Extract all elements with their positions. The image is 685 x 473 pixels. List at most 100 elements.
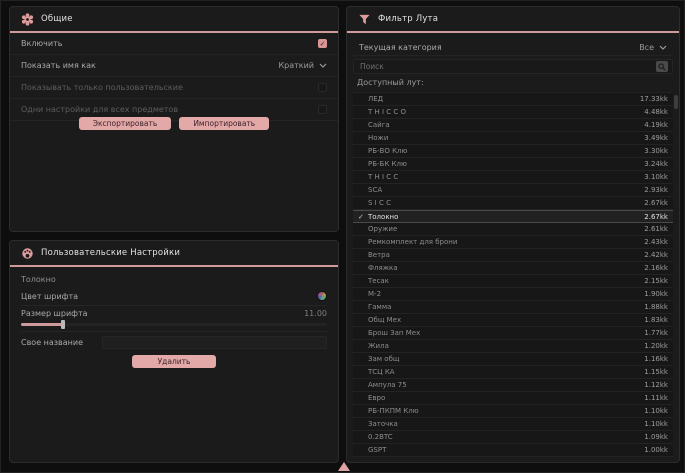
name-mode-value: Краткий	[278, 61, 314, 70]
custom-settings-panel: Пользовательские Настройки Толокно Цвет …	[9, 240, 339, 463]
custom-panel-title: Пользовательские Настройки	[41, 248, 180, 258]
loot-item-value: 1.10kk	[644, 407, 668, 415]
palette-icon	[21, 247, 34, 260]
loot-item-value: 2.67kk	[644, 213, 668, 221]
setting-row-name-mode: Показать имя как Краткий	[10, 55, 338, 77]
divider	[21, 305, 327, 306]
general-panel: Общие Включить ✓ Показать имя как Кратки…	[9, 6, 339, 232]
slider-fill	[21, 323, 64, 326]
list-item[interactable]: Ножи3.49kk	[353, 132, 673, 145]
loot-filter-panel: Фильтр Лута Текущая категория Все Доступ…	[346, 6, 680, 463]
loot-item-value: 3.30kk	[644, 147, 668, 155]
loot-item-value: 1.09kk	[644, 433, 668, 441]
loot-item-value: 1.12kk	[644, 381, 668, 389]
selected-item-row: Толокно	[21, 275, 327, 284]
list-item[interactable]: S I C C2.67kk	[353, 197, 673, 210]
gear-icon	[21, 13, 34, 26]
import-button[interactable]: Импортировать	[179, 117, 269, 130]
list-item[interactable]: М-21.90kk	[353, 288, 673, 301]
loot-item-value: 17.33kk	[640, 95, 668, 103]
list-item[interactable]: Тесак2.15kk	[353, 275, 673, 288]
export-button[interactable]: Экспортировать	[79, 117, 172, 130]
loot-item-name: Брош Зап Мех	[368, 329, 644, 337]
list-item[interactable]: Зам общ1.16kk	[353, 353, 673, 366]
loot-item-value: 1.88kk	[644, 303, 668, 311]
list-item[interactable]: Гамма1.88kk	[353, 301, 673, 314]
export-import-row: Экспортировать Импортировать	[10, 117, 338, 130]
same-for-all-label: Одни настройки для всех предметов	[21, 105, 178, 114]
loot-item-value: 1.90kk	[644, 290, 668, 298]
scrollbar-thumb[interactable]	[674, 95, 678, 109]
loot-item-name: Жила	[368, 342, 644, 350]
loot-item-name: ТСЦ КА	[368, 368, 644, 376]
filter-panel-header: Фильтр Лута	[347, 7, 679, 31]
loot-item-value: 1.16kk	[644, 355, 668, 363]
list-item[interactable]: Брош Зап Мех1.77kk	[353, 327, 673, 340]
list-item[interactable]: ЛЕД17.33kk	[353, 93, 673, 106]
collapse-handle-icon[interactable]	[338, 462, 350, 471]
list-item[interactable]: РБ-ВО Клю3.30kk	[353, 145, 673, 158]
loot-item-value: 3.10kk	[644, 173, 668, 181]
search-input[interactable]	[358, 61, 652, 72]
enable-label: Включить	[21, 39, 62, 48]
loot-item-value: 3.24kk	[644, 160, 668, 168]
loot-item-name: 0.2BTC	[368, 433, 644, 441]
setting-row-only-custom: Показывать только пользовательские	[10, 77, 338, 99]
loot-item-value: 1.15kk	[644, 368, 668, 376]
list-item[interactable]: ТСЦ КА1.15kk	[353, 366, 673, 379]
loot-item-name: Заточка	[368, 420, 644, 428]
enable-checkbox[interactable]: ✓	[318, 39, 327, 48]
slider-handle[interactable]	[61, 320, 65, 329]
list-item[interactable]: Фляжка2.16kk	[353, 262, 673, 275]
loot-item-name: Тесак	[368, 277, 644, 285]
list-item[interactable]: Ремкомплект для брони2.43kk	[353, 236, 673, 249]
list-item[interactable]: Сайга4.19kk	[353, 119, 673, 132]
search-icon[interactable]	[656, 61, 668, 72]
only-custom-checkbox[interactable]	[318, 83, 327, 92]
loot-item-name: SCA	[368, 186, 644, 194]
loot-item-value: 3.49kk	[644, 134, 668, 142]
loot-item-name: РБ-ПКПМ Клю	[368, 407, 644, 415]
font-size-slider[interactable]	[21, 323, 327, 326]
search-row	[353, 59, 673, 74]
same-for-all-checkbox[interactable]	[318, 105, 327, 114]
list-item[interactable]: 0.2BTC1.09kk	[353, 431, 673, 444]
list-item[interactable]: T H I C C3.10kk	[353, 171, 673, 184]
loot-item-name: T H I C C	[368, 173, 644, 181]
list-item[interactable]: Заточка1.10kk	[353, 418, 673, 431]
list-item[interactable]: Общ Мех1.83kk	[353, 314, 673, 327]
loot-item-name: М-2	[368, 290, 644, 298]
delete-row: Удалить	[10, 355, 338, 368]
header-underline	[347, 31, 679, 33]
list-item[interactable]: Евро1.11kk	[353, 392, 673, 405]
loot-item-value: 1.11kk	[644, 394, 668, 402]
loot-item-value: 2.15kk	[644, 277, 668, 285]
loot-item-value: 4.19kk	[644, 121, 668, 129]
list-item[interactable]: Жила1.20kk	[353, 340, 673, 353]
list-item[interactable]: РБ-ПКПМ Клю1.10kk	[353, 405, 673, 418]
list-item[interactable]: T H I C C О4.48kk	[353, 106, 673, 119]
list-item[interactable]: ✓Толокно2.67kk	[353, 210, 673, 223]
custom-name-input[interactable]	[102, 336, 327, 349]
loot-item-value: 1.83kk	[644, 316, 668, 324]
list-item[interactable]: Ампула 751.12kk	[353, 379, 673, 392]
name-mode-label: Показать имя как	[21, 61, 96, 70]
delete-button[interactable]: Удалить	[132, 355, 217, 368]
color-wheel-icon[interactable]	[317, 291, 327, 301]
list-item[interactable]: Ветра2.42kk	[353, 249, 673, 262]
font-size-label: Размер шрифта	[21, 309, 88, 318]
only-custom-label: Показывать только пользовательские	[21, 83, 183, 92]
loot-item-value: 2.43kk	[644, 238, 668, 246]
custom-panel-header: Пользовательские Настройки	[10, 241, 338, 265]
list-item[interactable]: GSPT1.00kk	[353, 444, 673, 457]
loot-item-name: Фляжка	[368, 264, 644, 272]
list-item[interactable]: РБ-БК Клю3.24kk	[353, 158, 673, 171]
setting-row-enable: Включить ✓	[10, 33, 338, 55]
name-mode-dropdown[interactable]: Краткий	[278, 61, 327, 70]
loot-item-value: 2.61kk	[644, 225, 668, 233]
list-item[interactable]: Оружие2.61kk	[353, 223, 673, 236]
loot-item-value: 1.00kk	[644, 446, 668, 454]
category-dropdown[interactable]: Все	[639, 43, 667, 52]
font-color-label: Цвет шрифта	[21, 292, 78, 301]
list-item[interactable]: SCA2.93kk	[353, 184, 673, 197]
